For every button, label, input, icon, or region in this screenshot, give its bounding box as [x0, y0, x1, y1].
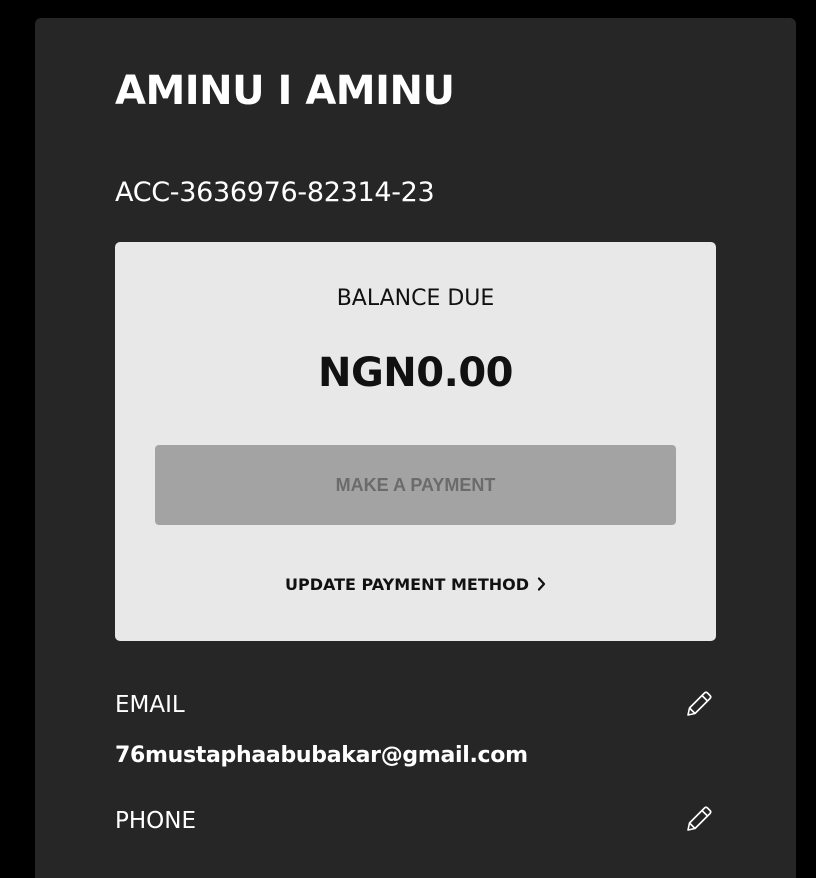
account-holder-name: AMINU I AMINU [115, 68, 455, 114]
edit-email-button[interactable] [683, 688, 715, 720]
make-payment-button[interactable]: MAKE A PAYMENT [155, 445, 676, 525]
phone-label: PHONE [115, 808, 197, 834]
update-payment-method-link[interactable]: UPDATE PAYMENT METHOD [115, 573, 716, 597]
account-panel: AMINU I AMINU ACC-3636976-82314-23 BALAN… [35, 18, 796, 878]
edit-phone-button[interactable] [683, 803, 715, 835]
email-label: EMAIL [115, 692, 185, 718]
email-value: 76mustaphaabubakar@gmail.com [115, 743, 528, 768]
pencil-icon [683, 803, 715, 835]
update-payment-method-label: UPDATE PAYMENT METHOD [284, 575, 529, 594]
balance-due-label: BALANCE DUE [336, 286, 495, 311]
balance-card: BALANCE DUE NGN0.00 MAKE A PAYMENT UPDAT… [115, 242, 716, 641]
account-number: ACC-3636976-82314-23 [115, 177, 435, 208]
balance-due-amount: NGN0.00 [318, 350, 513, 396]
pencil-icon [683, 688, 715, 720]
chevron-right-icon [537, 573, 546, 597]
